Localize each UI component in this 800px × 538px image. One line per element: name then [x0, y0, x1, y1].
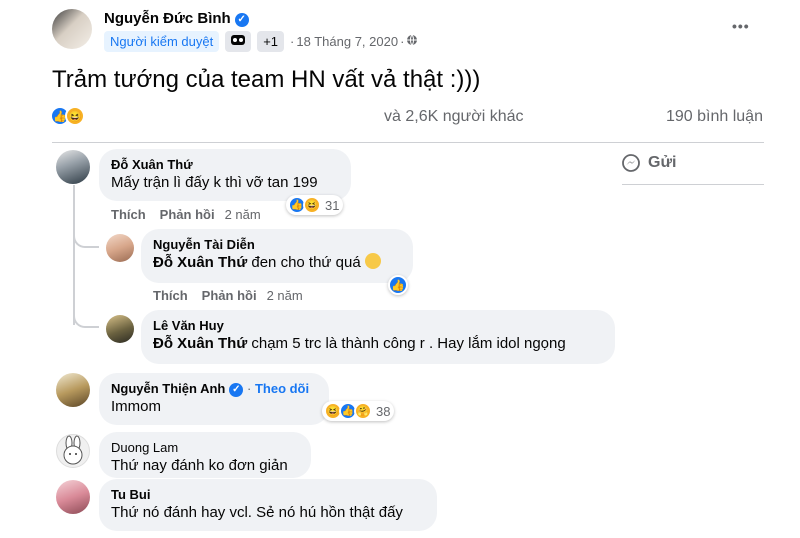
thread-connector — [73, 312, 99, 328]
reply-action[interactable]: Phản hồi — [160, 207, 215, 222]
side-divider — [622, 184, 764, 185]
thread-connector — [73, 232, 99, 248]
more-badges[interactable]: +1 — [257, 31, 285, 52]
comment-bubble: Duong Lam Thứ nay đánh ko đơn giản — [99, 432, 311, 478]
commenter-name[interactable]: Đỗ Xuân Thứ — [111, 157, 339, 173]
verified-icon: ✓ — [229, 383, 244, 397]
commenter-avatar[interactable] — [56, 480, 90, 514]
post-reactions[interactable]: 👍 😆 — [50, 106, 85, 126]
like-action[interactable]: Thích — [153, 288, 188, 303]
like-reaction-icon[interactable]: 👍 — [388, 275, 408, 295]
commenter-avatar[interactable] — [106, 234, 134, 262]
commenter-name[interactable]: Tu Bui — [111, 487, 425, 503]
send-label: Gửi — [648, 154, 677, 171]
reaction-count: 31 — [325, 197, 340, 213]
follow-separator: · — [246, 381, 252, 396]
mention-link[interactable]: Đỗ Xuân Thứ — [153, 254, 247, 271]
like-action[interactable]: Thích — [111, 207, 146, 222]
post-text: Trảm tướng của team HN vất vả thật :))) — [52, 66, 481, 93]
post-divider — [52, 142, 764, 143]
care-icon: 🤗 — [354, 402, 372, 420]
comment-time[interactable]: 2 năm — [267, 288, 303, 303]
post-date[interactable]: 18 Tháng 7, 2020 — [296, 34, 398, 49]
comment-text: đen cho thứ quá — [251, 254, 361, 271]
commenter-avatar[interactable] — [56, 434, 90, 468]
send-button[interactable]: Gửi — [622, 154, 676, 172]
comment-reactions[interactable]: 😆 👍 🤗 38 — [322, 401, 395, 421]
comment-reactions[interactable]: 👍 😆 31 — [286, 195, 344, 215]
comment-bubble: Tu Bui Thứ nó đánh hay vcl. Sẻ nó hú hồn… — [99, 479, 437, 531]
smile-emoji-icon — [364, 253, 381, 269]
haha-icon: 😆 — [303, 196, 321, 214]
comment-text: Thứ nó đánh hay vcl. Sẻ nó hú hồn thật đ… — [111, 504, 403, 521]
bunny-avatar-icon — [63, 435, 83, 465]
meta-separator: · — [400, 34, 405, 49]
post-author-name[interactable]: Nguyễn Đức Bình — [104, 10, 231, 27]
comment-text: Mấy trận lì đấy k thì vỡ tan 199 — [111, 174, 318, 191]
reply-action[interactable]: Phản hồi — [202, 288, 257, 303]
comment-bubble: Đỗ Xuân Thứ Mấy trận lì đấy k thì vỡ tan… — [99, 149, 351, 201]
post-meta-row: Người kiểm duyệt +1 · 18 Tháng 7, 2020 · — [104, 31, 418, 52]
comment-text: Thứ nay đánh ko đơn giản — [111, 457, 288, 474]
comment-actions: Thích Phản hồi 2 năm — [111, 207, 261, 222]
comment-bubble: Nguyễn Tài Diễn Đỗ Xuân Thứ đen cho thứ … — [141, 229, 413, 283]
badge-icon[interactable] — [225, 31, 252, 52]
haha-icon: 😆 — [65, 106, 85, 126]
messenger-icon — [622, 154, 640, 172]
commenter-name[interactable]: Lê Văn Huy — [153, 318, 603, 334]
follow-link[interactable]: Theo dõi — [255, 381, 309, 396]
separator-dot: · — [290, 34, 295, 49]
commenter-name[interactable]: Nguyễn Tài Diễn — [153, 237, 401, 253]
verified-icon: ✓ — [234, 13, 249, 27]
comment-text: chạm 5 trc là thành công r . Hay lắm ido… — [251, 335, 566, 352]
comment-time[interactable]: 2 năm — [225, 207, 261, 222]
more-options-icon[interactable]: ••• — [732, 18, 750, 34]
commenter-name[interactable]: Duong Lam — [111, 440, 299, 456]
moderator-badge[interactable]: Người kiểm duyệt — [104, 31, 220, 52]
reaction-count: 38 — [376, 403, 391, 419]
comments-count[interactable]: 190 bình luận — [666, 108, 763, 126]
post-author-avatar[interactable] — [52, 9, 92, 49]
commenter-avatar[interactable] — [56, 150, 90, 184]
globe-icon — [406, 33, 418, 51]
commenter-name[interactable]: Nguyễn Thiện Anh — [111, 381, 225, 396]
comment-text: Immom — [111, 398, 161, 415]
comment-actions: Thích Phản hồi 2 năm — [153, 288, 303, 303]
reactions-summary[interactable]: và 2,6K người khác — [384, 108, 524, 126]
mention-link[interactable]: Đỗ Xuân Thứ — [153, 335, 247, 352]
commenter-avatar[interactable] — [106, 315, 134, 343]
comment-bubble: Lê Văn Huy Đỗ Xuân Thứ chạm 5 trc là thà… — [141, 310, 615, 364]
comment-bubble: Nguyễn Thiện Anh ✓ · Theo dõi Immom — [99, 373, 329, 425]
commenter-avatar[interactable] — [56, 373, 90, 407]
thread-line — [73, 185, 75, 325]
